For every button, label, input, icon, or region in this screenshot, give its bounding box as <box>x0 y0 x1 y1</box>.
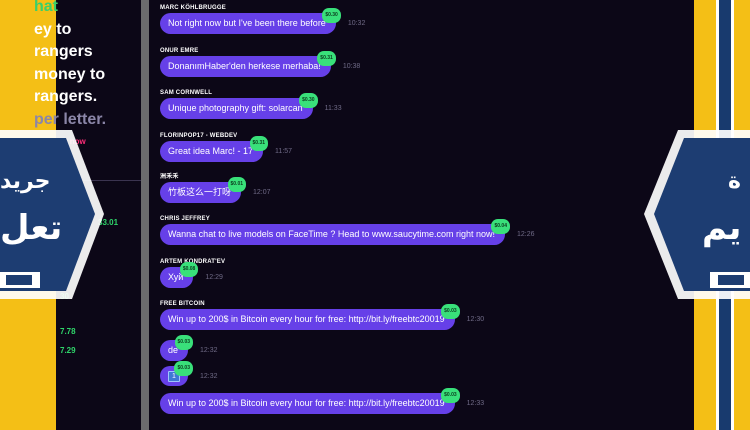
message-text: 竹板这么一打呀 <box>168 187 232 197</box>
message-time: 10:32 <box>347 20 366 27</box>
watermark-text-left-bottom: تعل <box>0 209 63 247</box>
message-bubble[interactable]: Great idea Marc! - 17 $0.31 <box>160 136 269 162</box>
chat-message: 洲禾禾 竹板这么一打呀 $0.01 12:07 <box>160 173 271 203</box>
tip-badge: $0.31 <box>317 51 336 66</box>
message-time: 12:07 <box>253 189 271 196</box>
message-text: Unique photography gift: solarcan <box>168 103 303 113</box>
chat-message: CHRIS JEFFREY Wanna chat to live models … <box>160 215 535 245</box>
tip-badge: $0.01 <box>227 177 247 192</box>
message-bubble[interactable]: Not right now but I've been there before… <box>160 8 341 34</box>
message-time: 11:33 <box>324 105 342 112</box>
promo-line-1: hat <box>34 0 58 15</box>
message-text: Not right now but I've been there before <box>168 18 326 28</box>
message-bubble[interactable]: 竹板这么一打呀 $0.01 <box>160 177 247 203</box>
message-text: Win up to 200$ in Bitcoin every hour for… <box>168 314 445 324</box>
message-bubble[interactable]: Win up to 200$ in Bitcoin every hour for… <box>160 388 460 414</box>
watermark-badge-right: ة يم <box>642 122 750 307</box>
chat-message: FREE BITCOIN Win up to 200$ in Bitcoin e… <box>160 300 484 330</box>
message-time: 12:32 <box>200 372 218 380</box>
message-sender: 洲禾禾 <box>160 174 179 180</box>
message-bubble[interactable]: Win up to 200$ in Bitcoin every hour for… <box>160 304 460 330</box>
chat-message: Win up to 200$ in Bitcoin every hour for… <box>160 388 485 414</box>
promo-headline: hat ey to rangers money to rangers. per … <box>34 0 106 131</box>
tip-badge: $0.03 <box>174 335 194 350</box>
message-time: 12:26 <box>516 231 535 238</box>
promo-line-4: money to <box>34 65 106 83</box>
watermark-text-right-bottom: يم <box>702 209 742 247</box>
watermark-text-left-top: جريد <box>0 168 51 193</box>
message-time: 10:38 <box>342 63 361 70</box>
message-bubble[interactable]: 1 $0.03 <box>160 361 193 386</box>
message-sender: FLORINPOP17 - WEBDEV <box>160 133 238 139</box>
message-sender: CHRIS JEFFREY <box>160 216 210 222</box>
message-bubble[interactable]: de $0.03 <box>160 335 194 361</box>
promo-line-2: ey to <box>34 20 72 38</box>
promo-line-3: rangers <box>34 43 93 60</box>
message-sender: FREE BITCOIN <box>160 301 205 307</box>
tip-badge: $0.03 <box>174 361 193 376</box>
message-time: 11:57 <box>275 148 293 155</box>
message-text: DonanımHaber'den herkese merhaba! <box>168 61 321 71</box>
message-bubble[interactable]: Wanna chat to live models on FaceTime ? … <box>160 219 510 245</box>
chat-message: ONUR EMRE DonanımHaber'den herkese merha… <box>160 47 360 77</box>
tip-badge: $0.03 <box>441 388 460 403</box>
promo-line-5: rangers. <box>34 88 98 105</box>
tip-badge: $0.30 <box>322 8 341 23</box>
balance-value: 7.78 <box>60 327 76 336</box>
tip-badge: $0.03 <box>441 304 460 319</box>
message-text: Win up to 200$ in Bitcoin every hour for… <box>168 398 445 408</box>
balance-value: 7.29 <box>60 346 76 355</box>
watermark-badge-left: جريد تعل <box>0 122 105 307</box>
tip-badge: $0.04 <box>491 219 510 234</box>
message-time: 12:32 <box>200 347 218 354</box>
message-time: 12:33 <box>466 400 485 407</box>
chat-message: de $0.03 12:32 <box>160 335 218 361</box>
message-bubble[interactable]: Unique photography gift: solarcan $0.30 <box>160 93 318 119</box>
chat-feed: MARC KÖHLBRUGGE Not right now but I've b… <box>149 0 694 430</box>
tip-badge: $0.31 <box>249 136 269 151</box>
chat-message: 1 $0.03 12:32 <box>160 361 218 386</box>
tip-badge: $0.08 <box>179 262 199 277</box>
chat-message: ARTEM KONDRAT'EV Хуй $0.08 12:29 <box>160 258 225 288</box>
message-bubble[interactable]: Хуй $0.08 <box>160 262 199 288</box>
panel-scrollbar[interactable] <box>141 0 149 430</box>
message-bubble[interactable]: DonanımHaber'den herkese merhaba! $0.31 <box>160 51 336 77</box>
message-text: Great idea Marc! - 17 <box>168 146 254 156</box>
watermark-text-right-top: ة <box>728 168 741 193</box>
chat-message: SAM CORNWELL Unique photography gift: so… <box>160 89 342 119</box>
message-text: Wanna chat to live models on FaceTime ? … <box>168 229 495 239</box>
message-time: 12:30 <box>466 316 485 323</box>
chat-message: MARC KÖHLBRUGGE Not right now but I've b… <box>160 4 365 34</box>
chat-message: FLORINPOP17 - WEBDEV Great idea Marc! - … <box>160 132 292 162</box>
tip-badge: $0.30 <box>299 93 318 108</box>
message-time: 12:29 <box>205 274 223 281</box>
